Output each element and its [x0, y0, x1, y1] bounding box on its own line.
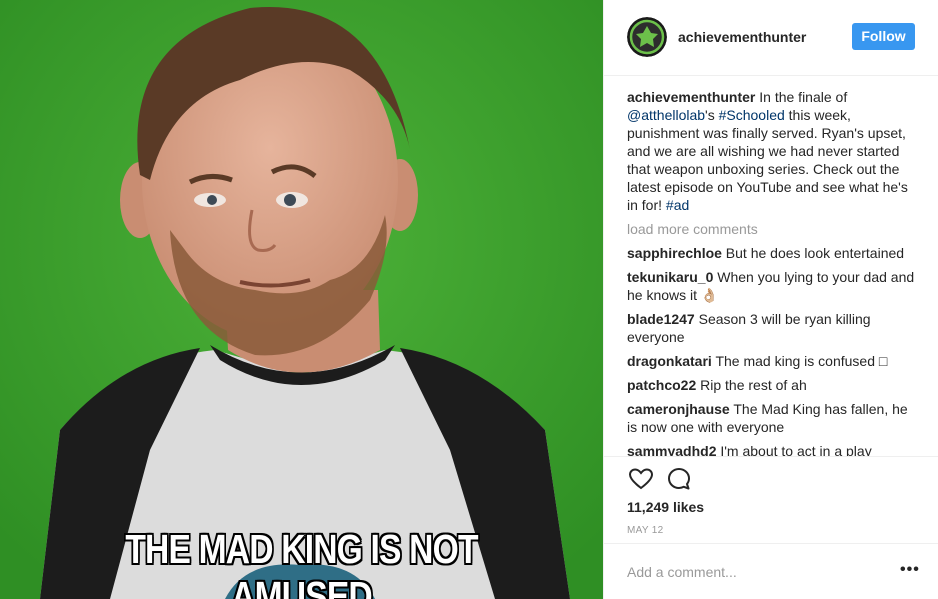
comment-username[interactable]: sammyadhd2	[627, 443, 716, 456]
add-comment-bar: •••	[604, 543, 938, 599]
comment-icon[interactable]	[666, 466, 692, 492]
comment-text: Rip the rest of ah	[696, 377, 807, 393]
comment-item: dragonkatari The mad king is confused □	[627, 352, 917, 370]
comment-item: patchco22 Rip the rest of ah	[627, 376, 917, 394]
actions-divider	[604, 456, 938, 457]
comment-item: cameronjhause The Mad King has fallen, h…	[627, 400, 917, 436]
post-details-panel: achievementhunter Follow achievementhunt…	[603, 0, 938, 599]
caption-hashtag-link[interactable]: #ad	[666, 197, 689, 213]
comment-username[interactable]: blade1247	[627, 311, 695, 327]
add-comment-input[interactable]	[627, 562, 877, 582]
comment-item: tekunikaru_0 When you lying to your dad …	[627, 268, 917, 304]
avatar[interactable]	[627, 17, 667, 57]
comment-username[interactable]: cameronjhause	[627, 401, 730, 417]
post-image[interactable]: THE MAD KING IS NOT AMUSED	[0, 0, 603, 599]
post-caption: achievementhunter In the finale of @atth…	[627, 88, 917, 214]
caption-username[interactable]: achievementhunter	[627, 89, 755, 105]
comment-item: sammyadhd2 I'm about to act in a play	[627, 442, 917, 456]
caption-text: 's	[705, 107, 719, 123]
caption-mention-link[interactable]: @atthellolab	[627, 107, 705, 123]
comment-item: sapphirechloe But he does look entertain…	[627, 244, 917, 262]
post-date: MAY 12	[627, 525, 664, 536]
post-photo	[0, 0, 603, 599]
load-more-comments-link[interactable]: load more comments	[627, 220, 917, 238]
comment-text: The mad king is confused □	[711, 353, 888, 369]
comments-list[interactable]: achievementhunter In the finale of @atth…	[627, 88, 917, 456]
comment-username[interactable]: dragonkatari	[627, 353, 712, 369]
follow-button[interactable]: Follow	[852, 23, 915, 50]
header-username[interactable]: achievementhunter	[678, 29, 806, 45]
meme-caption: THE MAD KING IS NOT AMUSED	[125, 526, 478, 599]
comment-text: But he does look entertained	[721, 245, 905, 261]
caption-hashtag-link[interactable]: #Schooled	[719, 107, 785, 123]
comment-username[interactable]: tekunikaru_0	[627, 269, 713, 285]
more-icon[interactable]: •••	[900, 561, 920, 579]
post-header: achievementhunter Follow	[604, 0, 938, 76]
comment-text: I'm about to act in a play	[716, 443, 872, 456]
caption-text: In the finale of	[755, 89, 848, 105]
heart-icon[interactable]	[628, 466, 654, 492]
comment-username[interactable]: sapphirechloe	[627, 245, 722, 261]
comment-username[interactable]: patchco22	[627, 377, 696, 393]
likes-count[interactable]: 11,249 likes	[627, 499, 704, 515]
comment-item: blade1247 Season 3 will be ryan killing …	[627, 310, 917, 346]
